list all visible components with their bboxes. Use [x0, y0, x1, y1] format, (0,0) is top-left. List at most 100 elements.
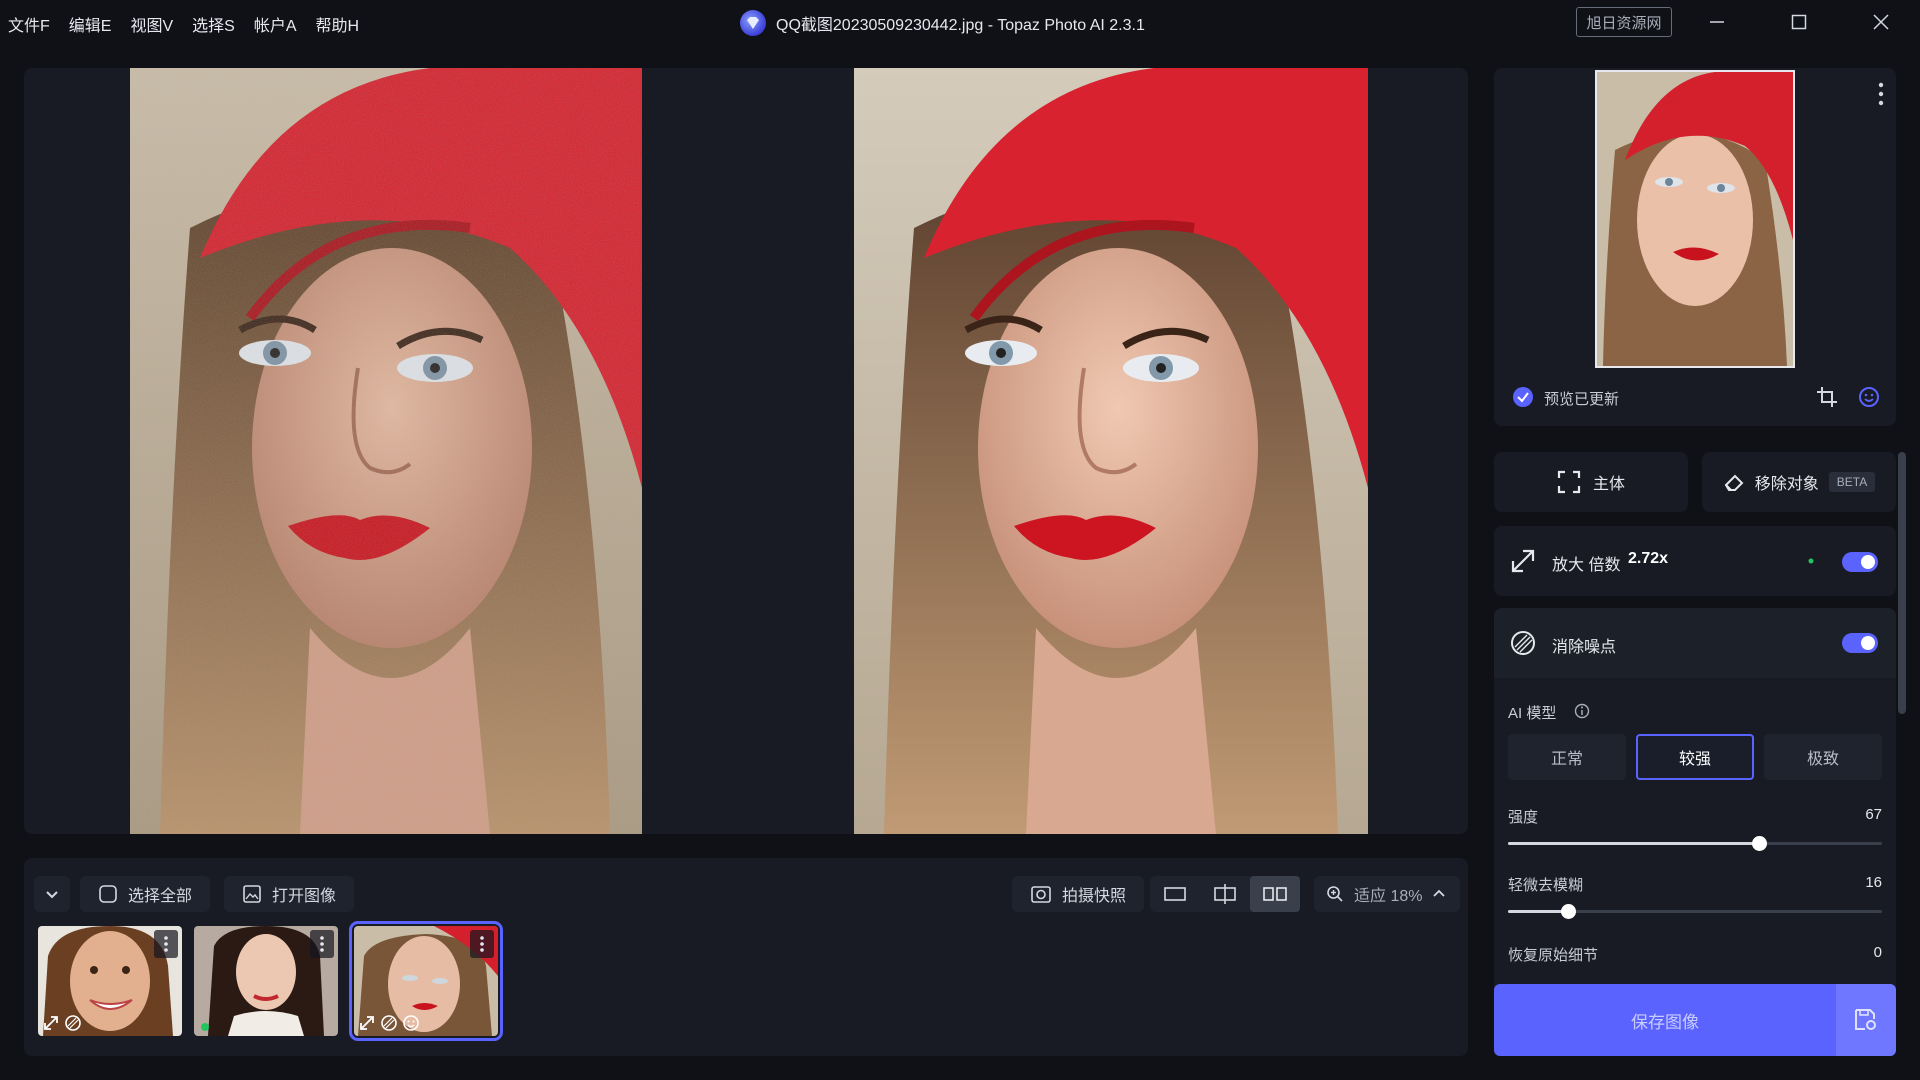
- menu-select[interactable]: 选择S: [192, 12, 235, 36]
- check-circle-icon: [1513, 387, 1533, 407]
- thumbnail-3-selected[interactable]: [349, 921, 503, 1041]
- close-button[interactable]: [1864, 6, 1898, 38]
- model-extreme-button[interactable]: 极致: [1764, 734, 1882, 780]
- thumbnail-2-menu-button[interactable]: [310, 930, 334, 958]
- snapshot-label: 拍摄快照: [1062, 888, 1127, 905]
- thumbnail-2-badges: [198, 1018, 212, 1032]
- snapshot-button[interactable]: 拍摄快照: [1012, 876, 1145, 912]
- deblur-label: 轻微去模糊: [1508, 877, 1584, 894]
- single-view-button[interactable]: [1150, 876, 1200, 912]
- upscale-label: 放大 倍数: [1552, 557, 1621, 574]
- panel-scrollbar[interactable]: [1898, 452, 1906, 714]
- preview-status: 预览已更新: [1544, 391, 1620, 408]
- strength-slider-fill: [1508, 842, 1759, 845]
- face-icon: [403, 1015, 419, 1031]
- remove-object-button[interactable]: 移除对象 BETA: [1702, 452, 1896, 512]
- close-icon: [1873, 14, 1889, 30]
- denoise-icon: [381, 1015, 397, 1031]
- single-view-icon: [1164, 887, 1186, 901]
- image-icon: [243, 885, 261, 903]
- crop-icon[interactable]: [1816, 386, 1838, 408]
- menu-edit[interactable]: 编辑E: [69, 12, 112, 36]
- strength-slider-knob[interactable]: [1752, 836, 1767, 851]
- status-dot-icon: [1808, 558, 1814, 564]
- upscale-factor: 2.72x: [1628, 550, 1669, 567]
- image-viewer[interactable]: [24, 68, 1468, 834]
- site-badge: 旭日资源网: [1576, 7, 1672, 37]
- more-vertical-icon: [320, 936, 324, 952]
- menu-bar: 文件F 编辑E 视图V 选择S 帐户A 帮助H: [8, 12, 359, 36]
- camera-icon: [1031, 886, 1051, 903]
- thumbnail-2[interactable]: [194, 926, 338, 1036]
- menu-help[interactable]: 帮助H: [316, 12, 360, 36]
- window-title: QQ截图20230509230442.jpg - Topaz Photo AI …: [740, 10, 1145, 36]
- subject-button[interactable]: 主体: [1494, 452, 1688, 512]
- topaz-logo-icon: [740, 10, 766, 36]
- thumbnail-1-menu-button[interactable]: [154, 930, 178, 958]
- remove-object-label: 移除对象: [1754, 476, 1819, 493]
- thumbnail-3-badges: [358, 1014, 420, 1032]
- status-dot-icon: [201, 1023, 209, 1031]
- upscale-icon: [1511, 549, 1535, 573]
- side-by-side-view-button[interactable]: [1250, 876, 1300, 912]
- upscale-toggle[interactable]: [1842, 552, 1878, 572]
- strength-label: 强度: [1508, 809, 1539, 826]
- chevron-up-icon: [1433, 889, 1446, 897]
- menu-view[interactable]: 视图V: [130, 12, 173, 36]
- upscale-card[interactable]: 放大 倍数 2.72x: [1494, 526, 1896, 596]
- face-recovery-icon[interactable]: [1858, 386, 1880, 408]
- menu-account[interactable]: 帐户A: [254, 12, 297, 36]
- chevron-down-icon: [46, 891, 58, 899]
- deblur-slider-knob[interactable]: [1561, 904, 1576, 919]
- thumbnail-1-badges: [42, 1014, 82, 1032]
- open-image-button[interactable]: 打开图像: [224, 876, 355, 912]
- thumbnail-1[interactable]: [38, 926, 182, 1036]
- zoom-icon: [1327, 886, 1343, 902]
- minimize-button[interactable]: [1700, 6, 1734, 38]
- preview-more-button[interactable]: [1878, 82, 1884, 111]
- save-image-button[interactable]: 保存图像: [1494, 984, 1836, 1056]
- model-normal-button[interactable]: 正常: [1508, 734, 1626, 780]
- model-strong-button[interactable]: 较强: [1636, 734, 1754, 780]
- subject-frame-icon: [1557, 470, 1581, 494]
- more-vertical-icon: [480, 936, 484, 952]
- navigator-thumbnail[interactable]: [1595, 70, 1795, 368]
- denoise-label: 消除噪点: [1552, 639, 1617, 656]
- info-icon[interactable]: [1574, 703, 1590, 719]
- filmstrip-bar: 选择全部 打开图像 拍摄快照 适应 18%: [24, 858, 1468, 1056]
- denoise-toggle[interactable]: [1842, 633, 1878, 653]
- maximize-button[interactable]: [1782, 6, 1816, 38]
- window-title-text: QQ截图20230509230442.jpg - Topaz Photo AI …: [776, 17, 1145, 34]
- upscale-icon: [360, 1016, 374, 1030]
- eraser-icon: [1724, 474, 1744, 491]
- strength-slider[interactable]: [1508, 836, 1882, 851]
- deblur-slider-fill: [1508, 910, 1568, 913]
- more-vertical-icon: [164, 936, 168, 952]
- beta-badge: BETA: [1828, 472, 1876, 492]
- ai-model-label: AI 模型: [1508, 705, 1557, 722]
- zoom-control[interactable]: 适应 18%: [1314, 876, 1460, 912]
- save-settings-icon: [1855, 1009, 1876, 1030]
- denoise-icon: [1511, 631, 1535, 655]
- denoise-header[interactable]: 消除噪点: [1494, 608, 1896, 678]
- save-image-button-group: 保存图像: [1494, 984, 1896, 1056]
- subject-label: 主体: [1592, 476, 1625, 493]
- restore-detail-value: 0: [1873, 944, 1882, 961]
- enhanced-image: [854, 68, 1368, 834]
- strength-value: 67: [1865, 806, 1882, 823]
- upscale-icon: [44, 1016, 58, 1030]
- zoom-label: 适应 18%: [1354, 888, 1423, 905]
- collapse-filmstrip-button[interactable]: [34, 876, 70, 912]
- split-view-button[interactable]: [1200, 876, 1250, 912]
- original-image: [130, 68, 642, 834]
- select-all-button[interactable]: 选择全部: [80, 876, 211, 912]
- menu-file[interactable]: 文件F: [8, 12, 50, 36]
- title-bar: 文件F 编辑E 视图V 选择S 帐户A 帮助H QQ截图202305092304…: [0, 0, 1920, 44]
- preview-card: 预览已更新: [1494, 68, 1896, 426]
- thumbnail-3-menu-button[interactable]: [470, 930, 494, 958]
- split-view-icon: [1214, 884, 1236, 904]
- side-by-side-icon: [1263, 887, 1287, 901]
- export-options-button[interactable]: [1836, 984, 1896, 1056]
- minimize-icon: [1710, 21, 1724, 23]
- deblur-slider[interactable]: [1508, 904, 1882, 919]
